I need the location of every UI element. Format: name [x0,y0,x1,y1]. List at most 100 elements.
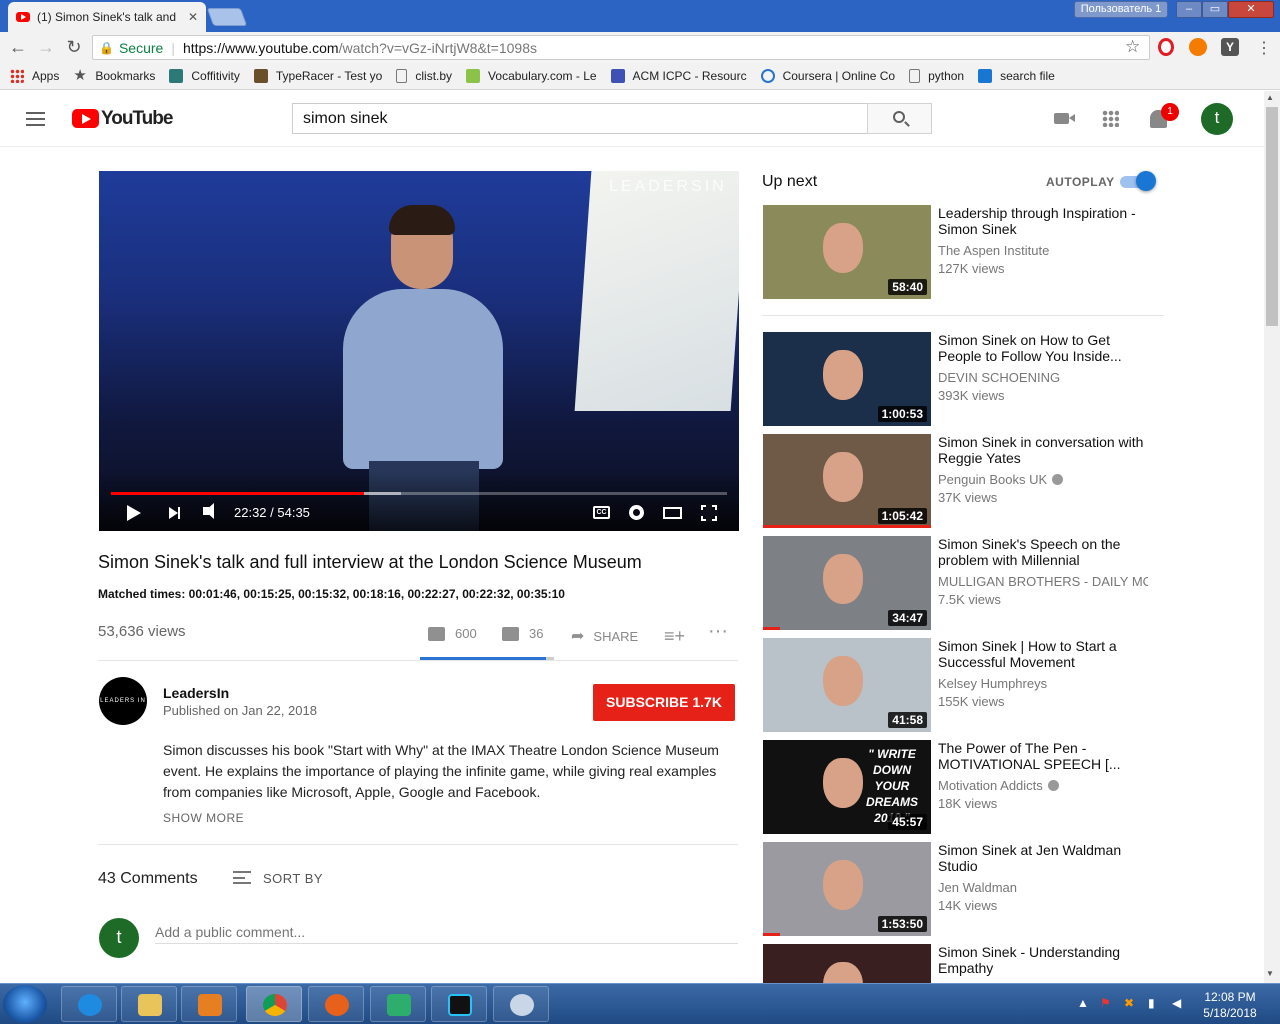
tray-app-icon[interactable]: ✖ [1124,996,1134,1010]
forward-arrow-icon[interactable]: → [36,38,56,56]
taskbar-webstorm[interactable] [431,986,487,1022]
recommended-title[interactable]: Simon Sinek - Understanding Empathy [938,944,1148,976]
browser-menu-icon[interactable]: ⋮ [1256,38,1272,58]
channel-name[interactable]: LeadersIn [163,685,229,701]
play-icon[interactable] [127,505,141,521]
upload-video-icon[interactable] [1054,113,1075,124]
bookmark-bookmarks[interactable]: ★ Bookmarks [73,68,155,83]
bookmark-clist[interactable]: clist.by [396,69,452,83]
taskbar-clock[interactable]: 12:08 PM 5/18/2018 [1196,989,1264,1021]
address-bar[interactable]: 🔒 Secure | https://www.youtube.com /watc… [92,35,1150,60]
scroll-down-arrow-icon[interactable]: ▼ [1266,969,1274,978]
recommended-video[interactable]: 34:47 Simon Sinek's Speech on the problem… [762,536,1162,632]
recommended-channel[interactable]: Motivation Addicts [938,778,1148,793]
volume-icon[interactable] [203,503,214,519]
new-tab-button[interactable] [206,8,248,26]
bookmark-coursera[interactable]: Coursera | Online Co [760,69,895,83]
video-thumbnail[interactable]: 34:47 [763,536,931,630]
bookmark-search-file[interactable]: search file [978,69,1055,83]
taskbar-firefox[interactable] [308,986,364,1022]
window-maximize-button[interactable]: ▭ [1202,1,1228,18]
video-thumbnail[interactable]: 41:58 [763,638,931,732]
add-to-playlist-icon[interactable]: ≡+ [664,626,685,647]
action-center-flag-icon[interactable]: ⚑ [1100,996,1111,1010]
back-arrow-icon[interactable]: ← [8,38,28,56]
bookmark-typeracer[interactable]: TypeRacer - Test yo [253,69,382,83]
more-actions-icon[interactable]: ··· [708,620,728,643]
next-video-icon[interactable] [169,507,180,519]
start-button[interactable] [3,985,47,1023]
bookmark-star-icon[interactable]: ☆ [1125,37,1140,57]
tab-close-icon[interactable]: ✕ [188,10,198,24]
fire-extension-icon[interactable] [1189,38,1207,56]
autoplay-toggle-knob[interactable] [1136,171,1156,191]
recommended-title[interactable]: Simon Sinek at Jen Waldman Studio [938,842,1148,874]
recommended-video[interactable]: 41:58 Simon Sinek | How to Start a Succes… [762,638,1162,734]
recommended-video[interactable]: 1:05:42 Simon Sinek in conversation with … [762,434,1162,530]
youtube-logo-icon[interactable] [72,109,99,128]
recommended-channel[interactable]: Penguin Books UK [938,472,1148,487]
recommended-title[interactable]: Simon Sinek in conversation with Reggie … [938,434,1148,466]
reload-icon[interactable]: ↻ [64,38,84,56]
channel-avatar[interactable]: LEADERS IN [99,677,147,725]
y-extension-icon[interactable]: Y [1221,38,1239,56]
video-thumbnail[interactable]: 58:40 [763,205,931,299]
recommended-video[interactable]: 1:00:53 Simon Sinek on How to Get People … [762,332,1162,428]
recommended-channel[interactable]: The Aspen Institute [938,243,1148,258]
account-avatar[interactable]: t [1201,103,1233,135]
youtube-logo-text[interactable]: YouTube [101,108,173,130]
recommended-channel[interactable]: Jen Waldman [938,880,1148,895]
like-button[interactable]: 600 [428,626,477,641]
settings-gear-icon[interactable] [629,505,644,520]
video-player[interactable]: LEADERSIN 22:32 / 54:35 CC [99,171,739,531]
taskbar-ie[interactable] [61,986,117,1022]
scrollbar-thumb[interactable] [1266,107,1278,326]
taskbar-chrome[interactable] [246,986,302,1022]
recommended-channel[interactable]: MULLIGAN BROTHERS - DAILY MOT [938,574,1148,589]
taskbar-paint[interactable] [493,986,549,1022]
taskbar-jpg-viewer[interactable] [370,986,426,1022]
video-thumbnail[interactable]: 1:00:53 [763,332,931,426]
taskbar-media-player[interactable] [181,986,237,1022]
recommended-video[interactable]: " WRITE DOWN YOUR DREAMS 2018 "45:57The … [762,740,1162,836]
bookmark-acm-icpc[interactable]: ACM ICPC - Resourc [610,69,747,83]
sort-icon[interactable] [233,871,251,884]
bookmark-apps[interactable]: Apps [10,69,59,83]
search-input[interactable] [292,103,868,134]
opera-extension-icon[interactable] [1158,38,1174,56]
theater-mode-icon[interactable] [663,507,682,519]
recommended-title[interactable]: Simon Sinek on How to Get People to Foll… [938,332,1148,364]
youtube-apps-icon[interactable] [1102,110,1119,127]
recommended-title[interactable]: Simon Sinek's Speech on the problem with… [938,536,1148,568]
profile-badge[interactable]: Пользователь 1 [1074,1,1168,18]
video-thumbnail[interactable]: 1:53:50 [763,842,931,936]
recommended-video[interactable]: 1:53:50 Simon Sinek at Jen Waldman Studio… [762,842,1162,938]
network-signal-icon[interactable]: ▮ [1148,996,1155,1010]
share-button[interactable]: ➦ SHARE [571,626,638,646]
recommended-channel[interactable]: Kelsey Humphreys [938,676,1148,691]
recommended-video[interactable]: 58:40 Leadership through Inspiration - Si… [762,205,1162,301]
volume-tray-icon[interactable]: ◀ [1172,996,1181,1010]
browser-tab-active[interactable]: (1) Simon Sinek's talk and ✕ [8,2,206,32]
dislike-button[interactable]: 36 [502,626,543,641]
scroll-up-arrow-icon[interactable]: ▲ [1266,93,1274,102]
subscribe-button[interactable]: SUBSCRIBE 1.7K [593,684,735,721]
show-more-button[interactable]: SHOW MORE [163,811,244,825]
recommended-title[interactable]: The Power of The Pen - MOTIVATIONAL SPEE… [938,740,1148,772]
recommended-channel[interactable]: DEVIN SCHOENING [938,370,1148,385]
comment-input[interactable] [155,920,738,944]
recommended-title[interactable]: Leadership through Inspiration - Simon S… [938,205,1148,237]
bookmark-coffitivity[interactable]: Coffitivity [169,69,240,83]
search-button[interactable] [867,103,932,134]
fullscreen-icon[interactable] [700,504,718,522]
progress-bar[interactable] [111,492,727,495]
captions-icon[interactable]: CC [593,506,610,519]
bookmark-vocabulary[interactable]: Vocabulary.com - Le [466,69,597,83]
bookmark-python[interactable]: python [909,69,964,83]
sort-by-button[interactable]: SORT BY [263,871,323,886]
video-thumbnail[interactable]: " WRITE DOWN YOUR DREAMS 2018 "45:57 [763,740,931,834]
show-hidden-icons[interactable]: ▲ [1077,996,1089,1010]
taskbar-explorer[interactable] [121,986,177,1022]
video-thumbnail[interactable]: 1:05:42 [763,434,931,528]
recommended-title[interactable]: Simon Sinek | How to Start a Successful … [938,638,1148,670]
